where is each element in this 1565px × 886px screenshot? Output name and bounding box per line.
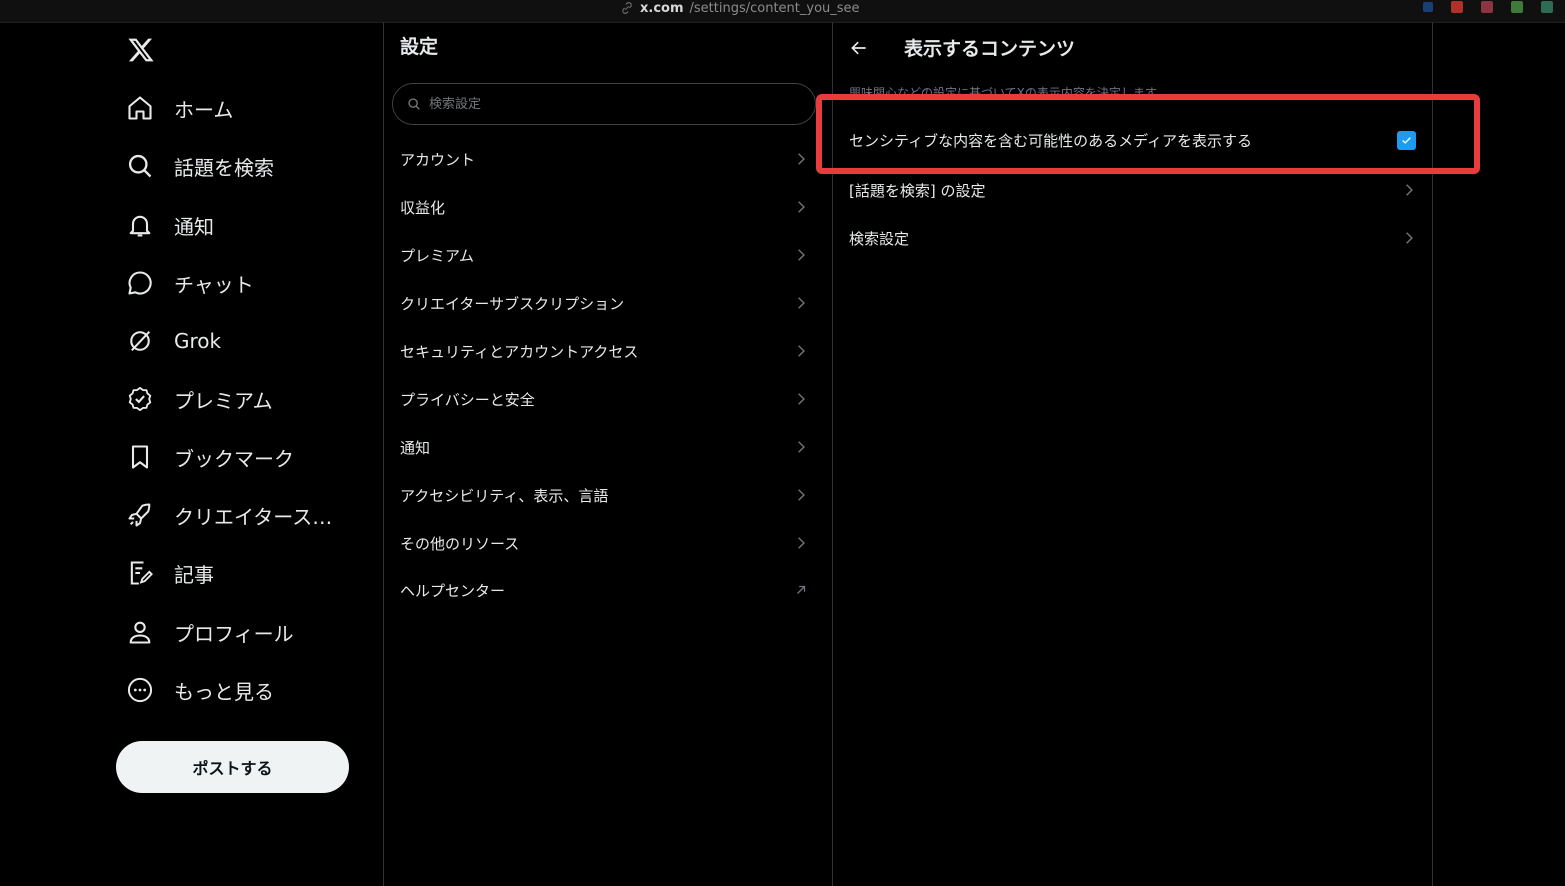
search-icon [408,98,420,110]
nav-item-label: ホーム [174,97,234,122]
settings-item-label: クリエイターサブスクリプション [400,294,625,313]
explore-settings-label: [話題を検索] の設定 [849,181,986,200]
nav-item-creator-studio[interactable]: クリエイタース… [126,493,332,537]
chevron-right-icon [798,249,805,261]
extension-instagram-icon[interactable] [1481,1,1493,13]
settings-column: 設定 アカウント 収益化 プレミアム クリエイターサブスクリプション セキュリテ… [384,22,832,886]
settings-search[interactable] [392,83,816,125]
external-link-icon [797,585,806,594]
settings-item-security[interactable]: セキュリティとアカウントアクセス [384,327,824,375]
nav-item-label: Grok [174,329,222,353]
nav-item-grok[interactable]: Grok [126,319,221,363]
extension-icons [1423,0,1553,14]
extension-search-icon[interactable] [1423,2,1433,12]
nav-item-label: ブックマーク [174,446,294,471]
article-icon [130,561,153,585]
nav-item-label: 話題を検索 [174,155,274,180]
verified-icon [128,386,152,412]
search-icon [128,154,152,178]
settings-item-creator-subscriptions[interactable]: クリエイターサブスクリプション [384,279,824,327]
back-arrow-icon[interactable] [849,38,869,58]
nav-item-label: もっと見る [174,679,274,704]
chevron-right-icon [798,537,805,549]
nav-item-explore[interactable]: 話題を検索 [126,144,274,188]
page-description: 興味関心などの設定に基づいてXの表示内容を決定します。 [849,86,1168,100]
browser-address-bar: x.com/settings/content_you_see [0,0,1565,23]
bell-icon [129,215,151,237]
x-logo-icon[interactable] [127,36,155,64]
rocket-icon [128,503,151,527]
settings-item-label: プレミアム [400,246,474,265]
settings-item-label: アクセシビリティ、表示、言語 [400,486,609,505]
grok-icon [130,330,151,352]
nav-item-label: 通知 [174,214,214,239]
settings-item-premium[interactable]: プレミアム [384,231,824,279]
nav-item-bookmarks[interactable]: ブックマーク [126,435,294,479]
settings-item-notifications[interactable]: 通知 [384,423,824,471]
settings-item-label: 通知 [400,438,431,457]
post-button[interactable]: ポストする [116,741,349,793]
extension-s-icon[interactable] [1451,1,1463,13]
nav-item-notifications[interactable]: 通知 [126,203,214,247]
nav-item-chat[interactable]: チャット [126,261,254,305]
nav-item-more[interactable]: もっと見る [126,668,274,712]
chevron-right-icon [798,153,805,165]
nav-item-home[interactable]: ホーム [126,86,233,130]
nav-item-label: クリエイタース… [174,504,333,529]
link-icon [622,2,632,14]
search-settings-label: 検索設定 [849,229,910,248]
bookmark-icon [131,445,149,469]
chevron-right-icon [798,393,805,405]
chevron-right-icon [1406,184,1413,196]
settings-item-label: ヘルプセンター [400,581,506,600]
chevron-right-icon [798,441,805,453]
content-you-see-panel: 表示するコンテンツ 興味関心などの設定に基づいてXの表示内容を決定します。 セン… [833,22,1432,886]
search-settings-option[interactable]: 検索設定 [833,214,1432,262]
page-title: 表示するコンテンツ [904,38,1076,60]
person-icon [129,621,151,644]
primary-nav: ホーム 話題を検索 通知 チャット Grok プレミアム ブックマーク クリエイ… [0,22,383,886]
nav-item-articles[interactable]: 記事 [126,551,214,595]
sensitive-media-label: センシティブな内容を含む可能性のあるメディアを表示する [849,131,1253,150]
extension-book-icon[interactable] [1541,1,1553,13]
settings-item-label: アカウント [400,150,476,169]
nav-item-label: プレミアム [174,388,273,413]
chevron-right-icon [798,345,805,357]
chat-icon [128,271,152,295]
settings-item-account[interactable]: アカウント [384,135,824,183]
settings-item-monetization[interactable]: 収益化 [384,183,824,231]
nav-item-label: 記事 [174,562,214,587]
extension-puzzle-icon[interactable] [1511,1,1523,13]
chevron-right-icon [798,489,805,501]
settings-item-label: プライバシーと安全 [400,390,535,409]
home-icon [128,96,152,120]
explore-settings-option[interactable]: [話題を検索] の設定 [833,166,1432,214]
more-icon [127,677,153,703]
nav-item-profile[interactable]: プロフィール [126,610,294,654]
checkmark-icon [1402,136,1411,144]
settings-item-label: その他のリソース [400,534,520,553]
url-host: x.com [640,0,684,16]
chevron-right-icon [1406,232,1413,244]
settings-search-input[interactable] [427,95,791,113]
sensitive-media-checkbox[interactable] [1397,130,1416,150]
chevron-right-icon [798,201,805,213]
settings-item-accessibility[interactable]: アクセシビリティ、表示、言語 [384,471,824,519]
nav-item-premium[interactable]: プレミアム [126,377,273,421]
chevron-right-icon [798,297,805,309]
settings-item-resources[interactable]: その他のリソース [384,519,824,567]
sensitive-media-option[interactable]: センシティブな内容を含む可能性のあるメディアを表示する [833,116,1432,164]
url-path: /settings/content_you_see [689,0,860,16]
nav-item-label: チャット [174,272,254,297]
settings-title: 設定 [400,36,439,58]
settings-item-label: 収益化 [400,198,446,217]
settings-item-help-center[interactable]: ヘルプセンター [384,566,824,614]
nav-item-label: プロフィール [174,621,294,646]
settings-item-privacy[interactable]: プライバシーと安全 [384,375,824,423]
column-divider [1432,22,1433,886]
url-display[interactable]: x.com/settings/content_you_see [620,0,860,16]
settings-item-label: セキュリティとアカウントアクセス [400,342,639,361]
